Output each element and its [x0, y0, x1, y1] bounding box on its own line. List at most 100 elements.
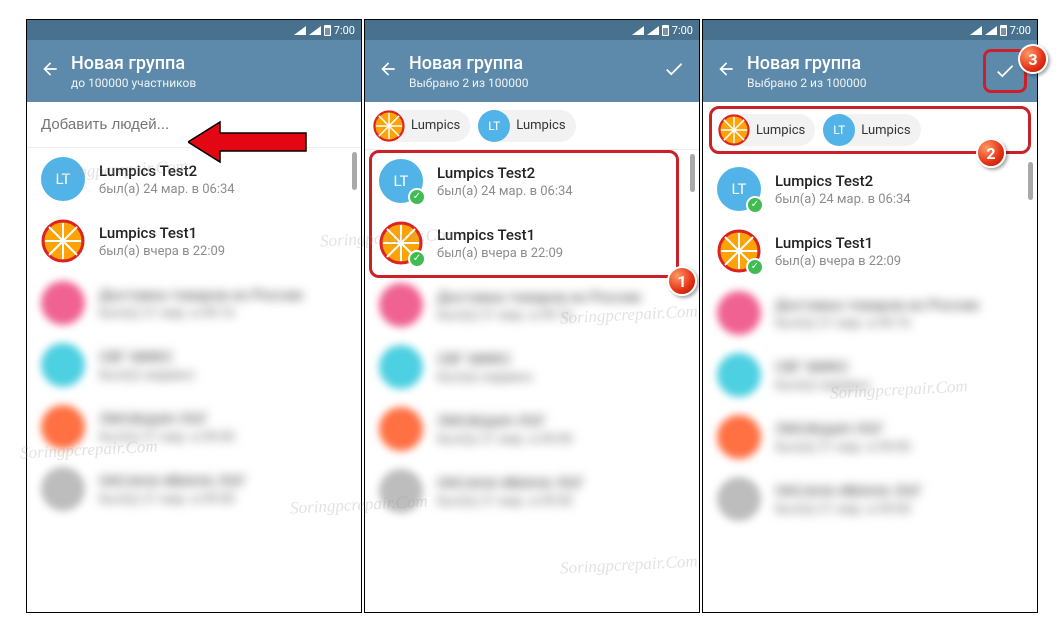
cell-signal-icon — [647, 26, 659, 35]
back-button[interactable] — [37, 59, 63, 84]
arrow-left-icon — [40, 59, 60, 79]
appbar-subtitle: Выбрано 2 из 100000 — [747, 76, 979, 90]
contact-row[interactable]: ✓ Lumpics Test1 был(а) вчера в 22:09 — [703, 220, 1037, 282]
avatar — [373, 110, 405, 142]
wifi-signal-icon — [970, 26, 982, 35]
selected-check-icon: ✓ — [746, 258, 764, 276]
contact-status: был(а) вчера в 22:09 — [437, 246, 563, 261]
contact-row-blurred[interactable]: Доставка товаров из Россиибыл(а) 21 мар.… — [703, 282, 1037, 344]
contact-row[interactable]: ✓ Lumpics Test1 был(а) вчера в 22:09 — [365, 212, 699, 274]
contact-name: Lumpics Test1 — [775, 234, 901, 252]
avatar — [41, 343, 85, 387]
back-button[interactable] — [713, 59, 739, 84]
avatar: LT — [823, 114, 855, 146]
contact-row-blurred[interactable]: ЛИСИЦЫН ЛОГбыл(а) 21 мар. в 09:00 — [27, 396, 361, 458]
contact-row-blurred[interactable]: СВГ МИКСбыл(а) недавно — [703, 344, 1037, 406]
avatar: LT✓ — [717, 167, 761, 211]
confirm-button[interactable] — [659, 58, 689, 85]
avatar — [718, 114, 750, 146]
contact-row-blurred[interactable]: СВГ МИКСбыл(а) недавно — [365, 336, 699, 398]
avatar: ✓ — [717, 229, 761, 273]
app-bar: Новая группа Выбрано 2 из 100000 — [365, 40, 699, 102]
contact-row[interactable]: Lumpics Test1 был(а) вчера в 22:09 — [27, 210, 361, 272]
contact-row[interactable]: LT Lumpics Test2 был(а) 24 мар. в 06:34 — [27, 148, 361, 210]
battery-icon — [662, 25, 669, 36]
contact-list[interactable]: LT✓ Lumpics Test2 был(а) 24 мар. в 06:34… — [365, 150, 699, 522]
android-statusbar: 7:00 — [703, 20, 1037, 40]
avatar — [41, 281, 85, 325]
check-icon — [663, 58, 685, 80]
contact-status: был(а) 24 мар. в 06:34 — [437, 184, 573, 199]
avatar: ✓ — [379, 221, 423, 265]
avatar — [379, 407, 423, 451]
avatar — [717, 477, 761, 521]
avatar: LT — [41, 157, 85, 201]
app-bar: Новая группа до 100000 участников — [27, 40, 361, 102]
chip-label: Lumpics — [861, 123, 910, 138]
avatar — [717, 291, 761, 335]
app-bar: Новая группа Выбрано 2 из 100000 — [703, 40, 1037, 102]
avatar — [41, 405, 85, 449]
selected-chip[interactable]: LT Lumpics — [823, 114, 920, 146]
contact-name: Lumpics Test2 — [99, 162, 235, 180]
wifi-signal-icon — [294, 26, 306, 35]
avatar — [717, 415, 761, 459]
orange-slice-icon — [718, 114, 750, 146]
avatar — [41, 467, 85, 511]
contact-row-blurred[interactable]: СВГ МИКСбыл(а) недавно — [27, 334, 361, 396]
statusbar-time: 7:00 — [1010, 24, 1031, 37]
contact-name: Lumpics Test1 — [437, 226, 563, 244]
contact-name: Lumpics Test2 — [437, 164, 573, 182]
wifi-signal-icon — [632, 26, 644, 35]
contact-row-blurred[interactable]: Доставка товаров из Россиибыл(а) 21 мар.… — [365, 274, 699, 336]
avatar: LT✓ — [379, 159, 423, 203]
annotation-badge-2: 2 — [976, 138, 1006, 168]
back-button[interactable] — [375, 59, 401, 84]
contact-row-blurred[interactable]: ОКСАНА ИВАНА ЛОГбыл(а) 21 мар. в 09:00 — [365, 460, 699, 522]
phone-screen-2: 7:00 Новая группа Выбрано 2 из 100000 Lu… — [364, 19, 700, 613]
avatar — [379, 283, 423, 327]
contact-list[interactable]: LT✓ Lumpics Test2 был(а) 24 мар. в 06:34… — [703, 158, 1037, 530]
appbar-title: Новая группа — [409, 53, 659, 74]
contact-status: был(а) вчера в 22:09 — [99, 244, 225, 259]
arrow-left-icon — [716, 59, 736, 79]
annotation-badge-3: 3 — [1018, 44, 1048, 74]
battery-icon — [1000, 25, 1007, 36]
add-people-input[interactable] — [41, 116, 347, 133]
check-icon — [994, 60, 1016, 82]
selected-check-icon: ✓ — [408, 188, 426, 206]
selected-chip[interactable]: Lumpics — [718, 114, 815, 146]
contact-status: был(а) вчера в 22:09 — [775, 254, 901, 269]
phone-screen-1: 7:00 Новая группа до 100000 участников L… — [26, 19, 362, 613]
statusbar-time: 7:00 — [672, 24, 693, 37]
chip-label: Lumpics — [411, 118, 460, 133]
contact-status: был(а) 24 мар. в 06:34 — [775, 192, 911, 207]
appbar-subtitle: Выбрано 2 из 100000 — [409, 76, 659, 90]
statusbar-time: 7:00 — [334, 24, 355, 37]
contact-list[interactable]: LT Lumpics Test2 был(а) 24 мар. в 06:34 … — [27, 148, 361, 520]
cell-signal-icon — [309, 26, 321, 35]
contact-row[interactable]: LT✓ Lumpics Test2 был(а) 24 мар. в 06:34 — [365, 150, 699, 212]
contact-row-blurred[interactable]: Доставка товаров из Россиибыл(а) 21 мар.… — [27, 272, 361, 334]
contact-name: Lumpics Test1 — [99, 224, 225, 242]
arrow-left-icon — [378, 59, 398, 79]
cell-signal-icon — [985, 26, 997, 35]
avatar — [717, 353, 761, 397]
appbar-subtitle: до 100000 участников — [71, 76, 351, 90]
orange-slice-icon — [373, 110, 405, 142]
avatar — [379, 345, 423, 389]
avatar: LT — [478, 110, 510, 142]
selected-chip[interactable]: Lumpics — [373, 110, 470, 142]
chip-label: Lumpics — [516, 118, 565, 133]
contact-row-blurred[interactable]: ЛИСИЦЫН ЛОГбыл(а) 21 мар. в 09:00 — [703, 406, 1037, 468]
selected-check-icon: ✓ — [408, 250, 426, 268]
contact-row-blurred[interactable]: ОКСАНА ИВАНА ЛОГбыл(а) 21 мар. в 09:00 — [703, 468, 1037, 530]
selected-chip[interactable]: LT Lumpics — [478, 110, 575, 142]
contact-row-blurred[interactable]: ОКСАНА ИВАНА ЛОГбыл(а) 21 мар. в 09:00 — [27, 458, 361, 520]
search-add-people[interactable] — [27, 102, 361, 148]
contact-row-blurred[interactable]: ЛИСИЦЫН ЛОГбыл(а) 21 мар. в 09:00 — [365, 398, 699, 460]
chip-label: Lumpics — [756, 123, 805, 138]
contact-name: Lumpics Test2 — [775, 172, 911, 190]
selected-chips-row: Lumpics LT Lumpics — [365, 102, 699, 150]
android-statusbar: 7:00 — [27, 20, 361, 40]
